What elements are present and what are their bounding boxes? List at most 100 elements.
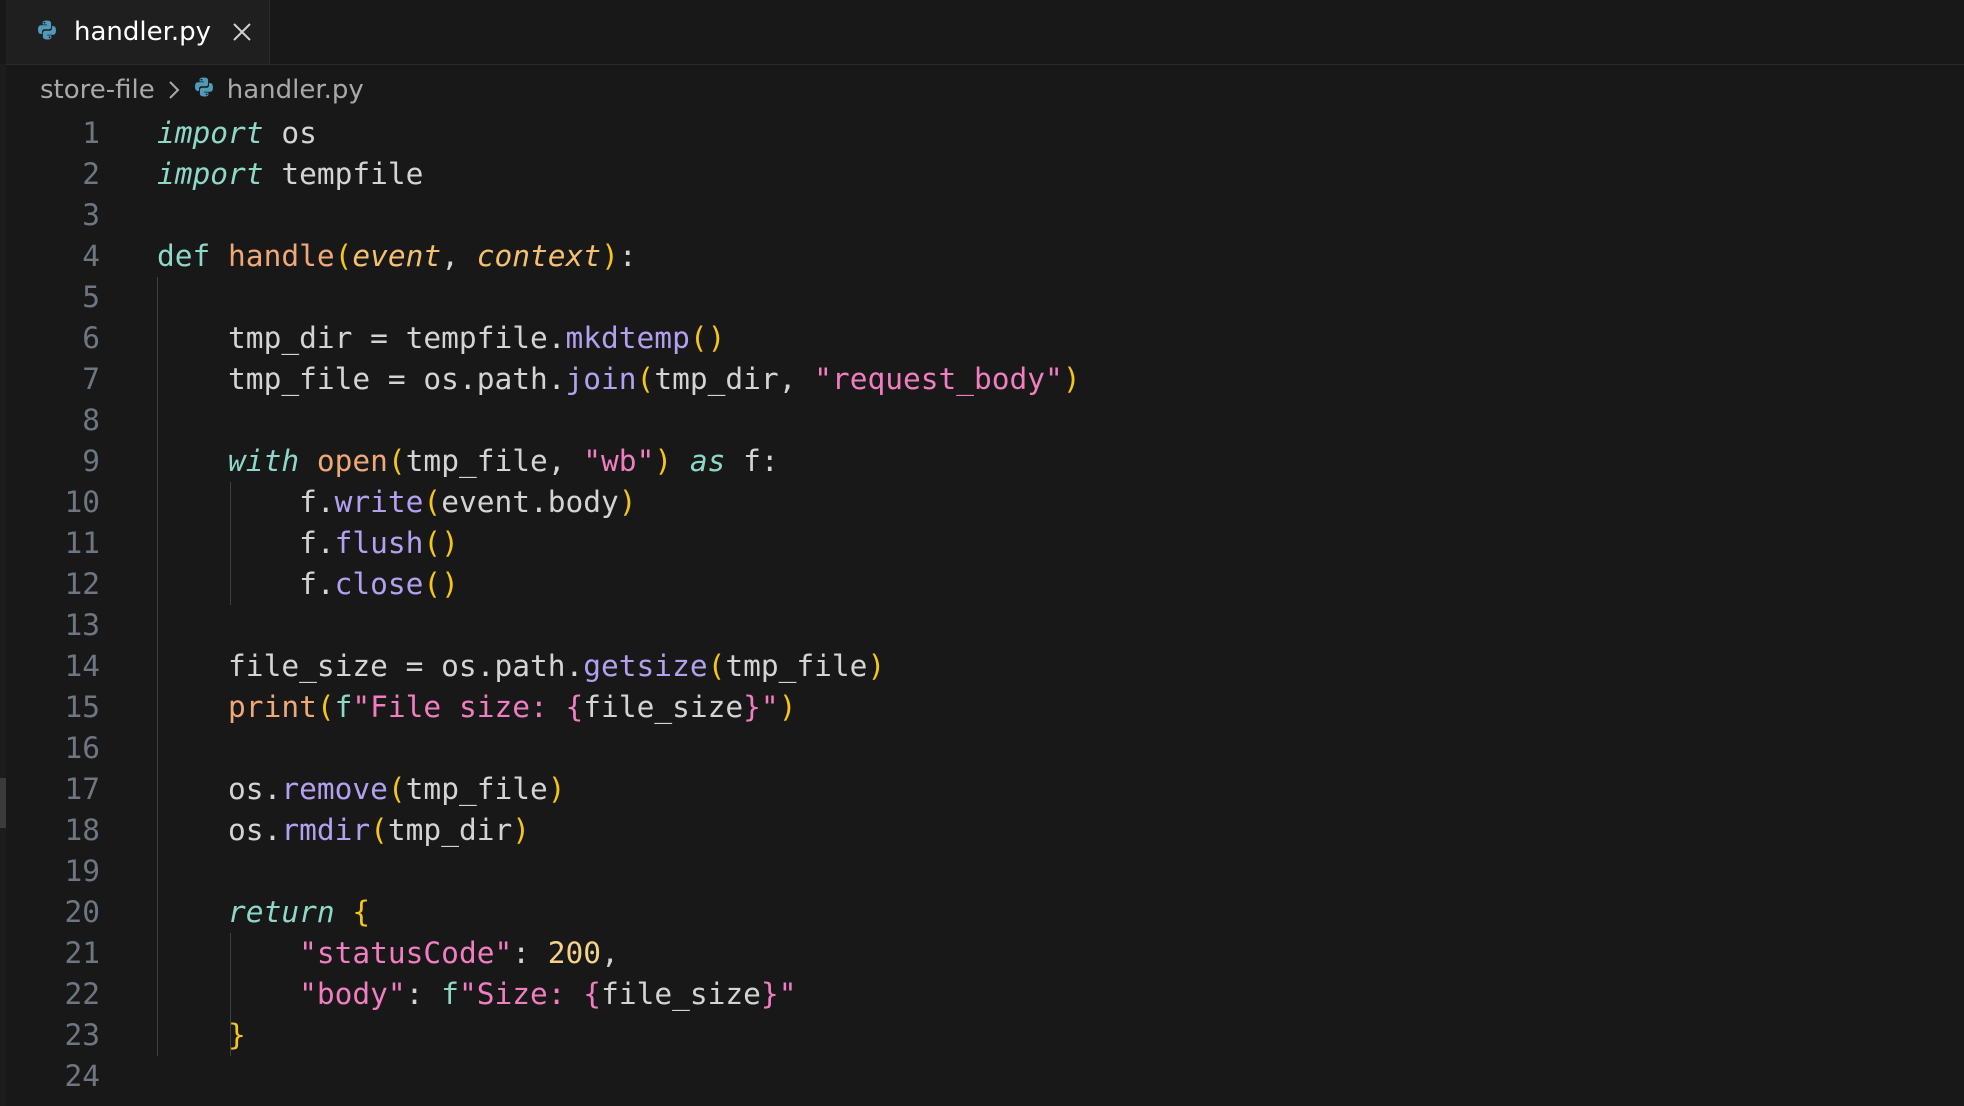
breadcrumb: store-file handler.py [40,68,364,112]
code-token: ) [548,772,566,806]
breadcrumb-file[interactable]: handler.py [227,75,364,105]
code-line[interactable]: 17 os.remove(tmp_file) [0,769,1964,810]
code-token: mkdtemp [566,321,690,355]
code-line[interactable]: 14 file_size = os.path.getsize(tmp_file) [0,646,1964,687]
code-token: print [228,690,317,724]
code-token: } [743,690,761,724]
code-text: tmp_file = os.path.join(tmp_dir, "reques… [157,359,1081,400]
line-number: 24 [0,1056,100,1097]
code-line[interactable]: 7 tmp_file = os.path.join(tmp_dir, "requ… [0,359,1964,400]
code-token: event.body [441,485,619,519]
code-token: 200 [548,936,601,970]
code-line[interactable]: 8 [0,400,1964,441]
code-line[interactable]: 13 [0,605,1964,646]
close-icon[interactable] [224,14,260,50]
code-token [157,690,228,724]
line-number: 20 [0,892,100,933]
line-number: 2 [0,154,100,195]
code-token: " [779,977,797,1011]
code-token: ) [619,485,637,519]
code-token: open [317,444,388,478]
code-line[interactable]: 24 [0,1056,1964,1097]
code-token [157,444,228,478]
line-number: 17 [0,769,100,810]
code-token: os. [157,772,281,806]
code-text: "statusCode": 200, [157,933,619,974]
code-line[interactable]: 4def handle(event, context): [0,236,1964,277]
code-token: handle [228,239,335,273]
code-line[interactable]: 16 [0,728,1964,769]
code-token: remove [281,772,388,806]
code-line[interactable]: 12 f.close() [0,564,1964,605]
code-token [157,895,228,929]
code-line[interactable]: 3 [0,195,1964,236]
code-line[interactable]: 21 "statusCode": 200, [0,933,1964,974]
code-token: file_size [601,977,761,1011]
python-icon [36,19,58,45]
code-token: file_size = os.path. [157,649,583,683]
code-text: } [157,1015,246,1056]
code-text: f.write(event.body) [157,482,637,523]
code-text: print(f"File size: {file_size}") [157,687,796,728]
code-token: tmp_dir [388,813,512,847]
code-token: context [477,239,601,273]
code-token: tmp_file, [406,444,584,478]
code-text: return { [157,892,370,933]
code-token: tmp_file = os.path. [157,362,566,396]
line-number: 14 [0,646,100,687]
code-token: "File size: [352,690,565,724]
code-text: with open(tmp_file, "wb") as f: [157,441,779,482]
code-token: tempfile [264,157,424,191]
code-line[interactable]: 6 tmp_dir = tempfile.mkdtemp() [0,318,1964,359]
chevron-right-icon [167,79,181,101]
code-line[interactable]: 18 os.rmdir(tmp_dir) [0,810,1964,851]
code-token: ) [867,649,885,683]
code-line[interactable]: 10 f.write(event.body) [0,482,1964,523]
code-line[interactable]: 11 f.flush() [0,523,1964,564]
code-line[interactable]: 5 [0,277,1964,318]
code-token: f: [725,444,778,478]
code-token [157,977,299,1011]
code-token: } [228,1018,246,1052]
code-token: "statusCode" [299,936,512,970]
line-number: 19 [0,851,100,892]
code-line[interactable]: 20 return { [0,892,1964,933]
code-token: ( [335,239,353,273]
code-line[interactable]: 22 "body": f"Size: {file_size}" [0,974,1964,1015]
code-line[interactable]: 15 print(f"File size: {file_size}") [0,687,1964,728]
code-line[interactable]: 2 import tempfile [0,154,1964,195]
line-number: 10 [0,482,100,523]
code-text: os.rmdir(tmp_dir) [157,810,530,851]
code-line[interactable]: 23 } [0,1015,1964,1056]
code-editor[interactable]: 1import os2import tempfile34def handle(e… [0,113,1964,1097]
code-token: ( [388,772,406,806]
code-text: os.remove(tmp_file) [157,769,566,810]
code-token [335,895,353,929]
code-line[interactable]: 19 [0,851,1964,892]
code-token: () [423,526,459,560]
line-number: 7 [0,359,100,400]
code-token: with [228,444,299,478]
breadcrumb-folder[interactable]: store-file [40,75,155,105]
code-token: import [157,157,264,191]
code-token: f [441,977,459,1011]
line-number: 1 [0,113,100,154]
code-token [157,936,299,970]
code-token: "Size: [459,977,583,1011]
code-token: as [690,444,726,478]
code-line[interactable]: 1import os [0,113,1964,154]
code-line[interactable]: 9 with open(tmp_file, "wb") as f: [0,441,1964,482]
code-token: { [583,977,601,1011]
code-text: import tempfile [157,154,423,195]
code-token [672,444,690,478]
code-token: rmdir [281,813,370,847]
code-token: getsize [583,649,707,683]
code-token: f [335,690,353,724]
line-number: 4 [0,236,100,277]
tab-handler-py[interactable]: handler.py [6,0,270,64]
line-number: 5 [0,277,100,318]
code-token: f. [157,567,335,601]
code-token: { [566,690,584,724]
line-number: 18 [0,810,100,851]
code-token: , [601,936,619,970]
